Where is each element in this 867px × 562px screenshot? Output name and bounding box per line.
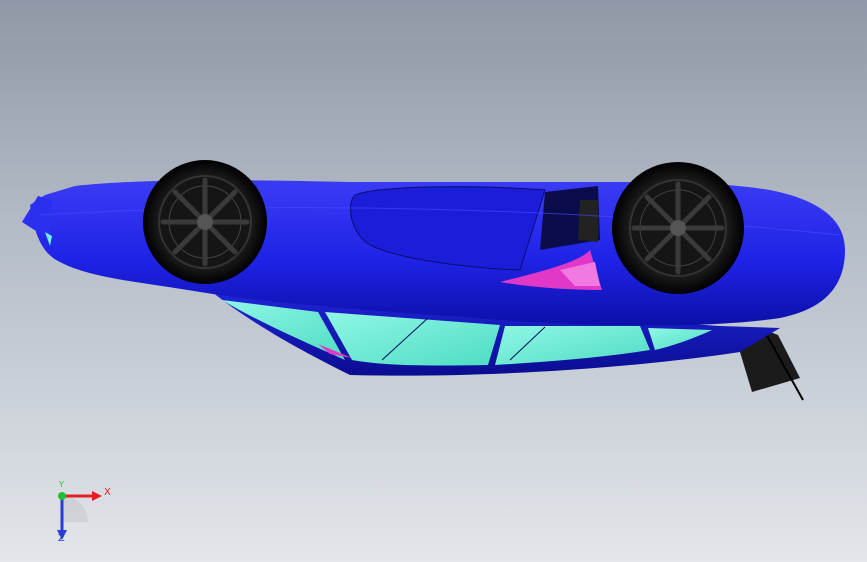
x-axis-label: X <box>104 487 111 498</box>
y-axis-label: Y <box>59 480 64 489</box>
graphics-viewport[interactable]: X Y Z <box>0 0 867 562</box>
rear-wheel[interactable] <box>612 162 744 294</box>
car-model[interactable] <box>0 0 867 562</box>
front-wheel[interactable] <box>143 160 267 284</box>
reference-triad: X Y Z <box>40 478 120 548</box>
z-axis-label: Z <box>58 533 65 544</box>
